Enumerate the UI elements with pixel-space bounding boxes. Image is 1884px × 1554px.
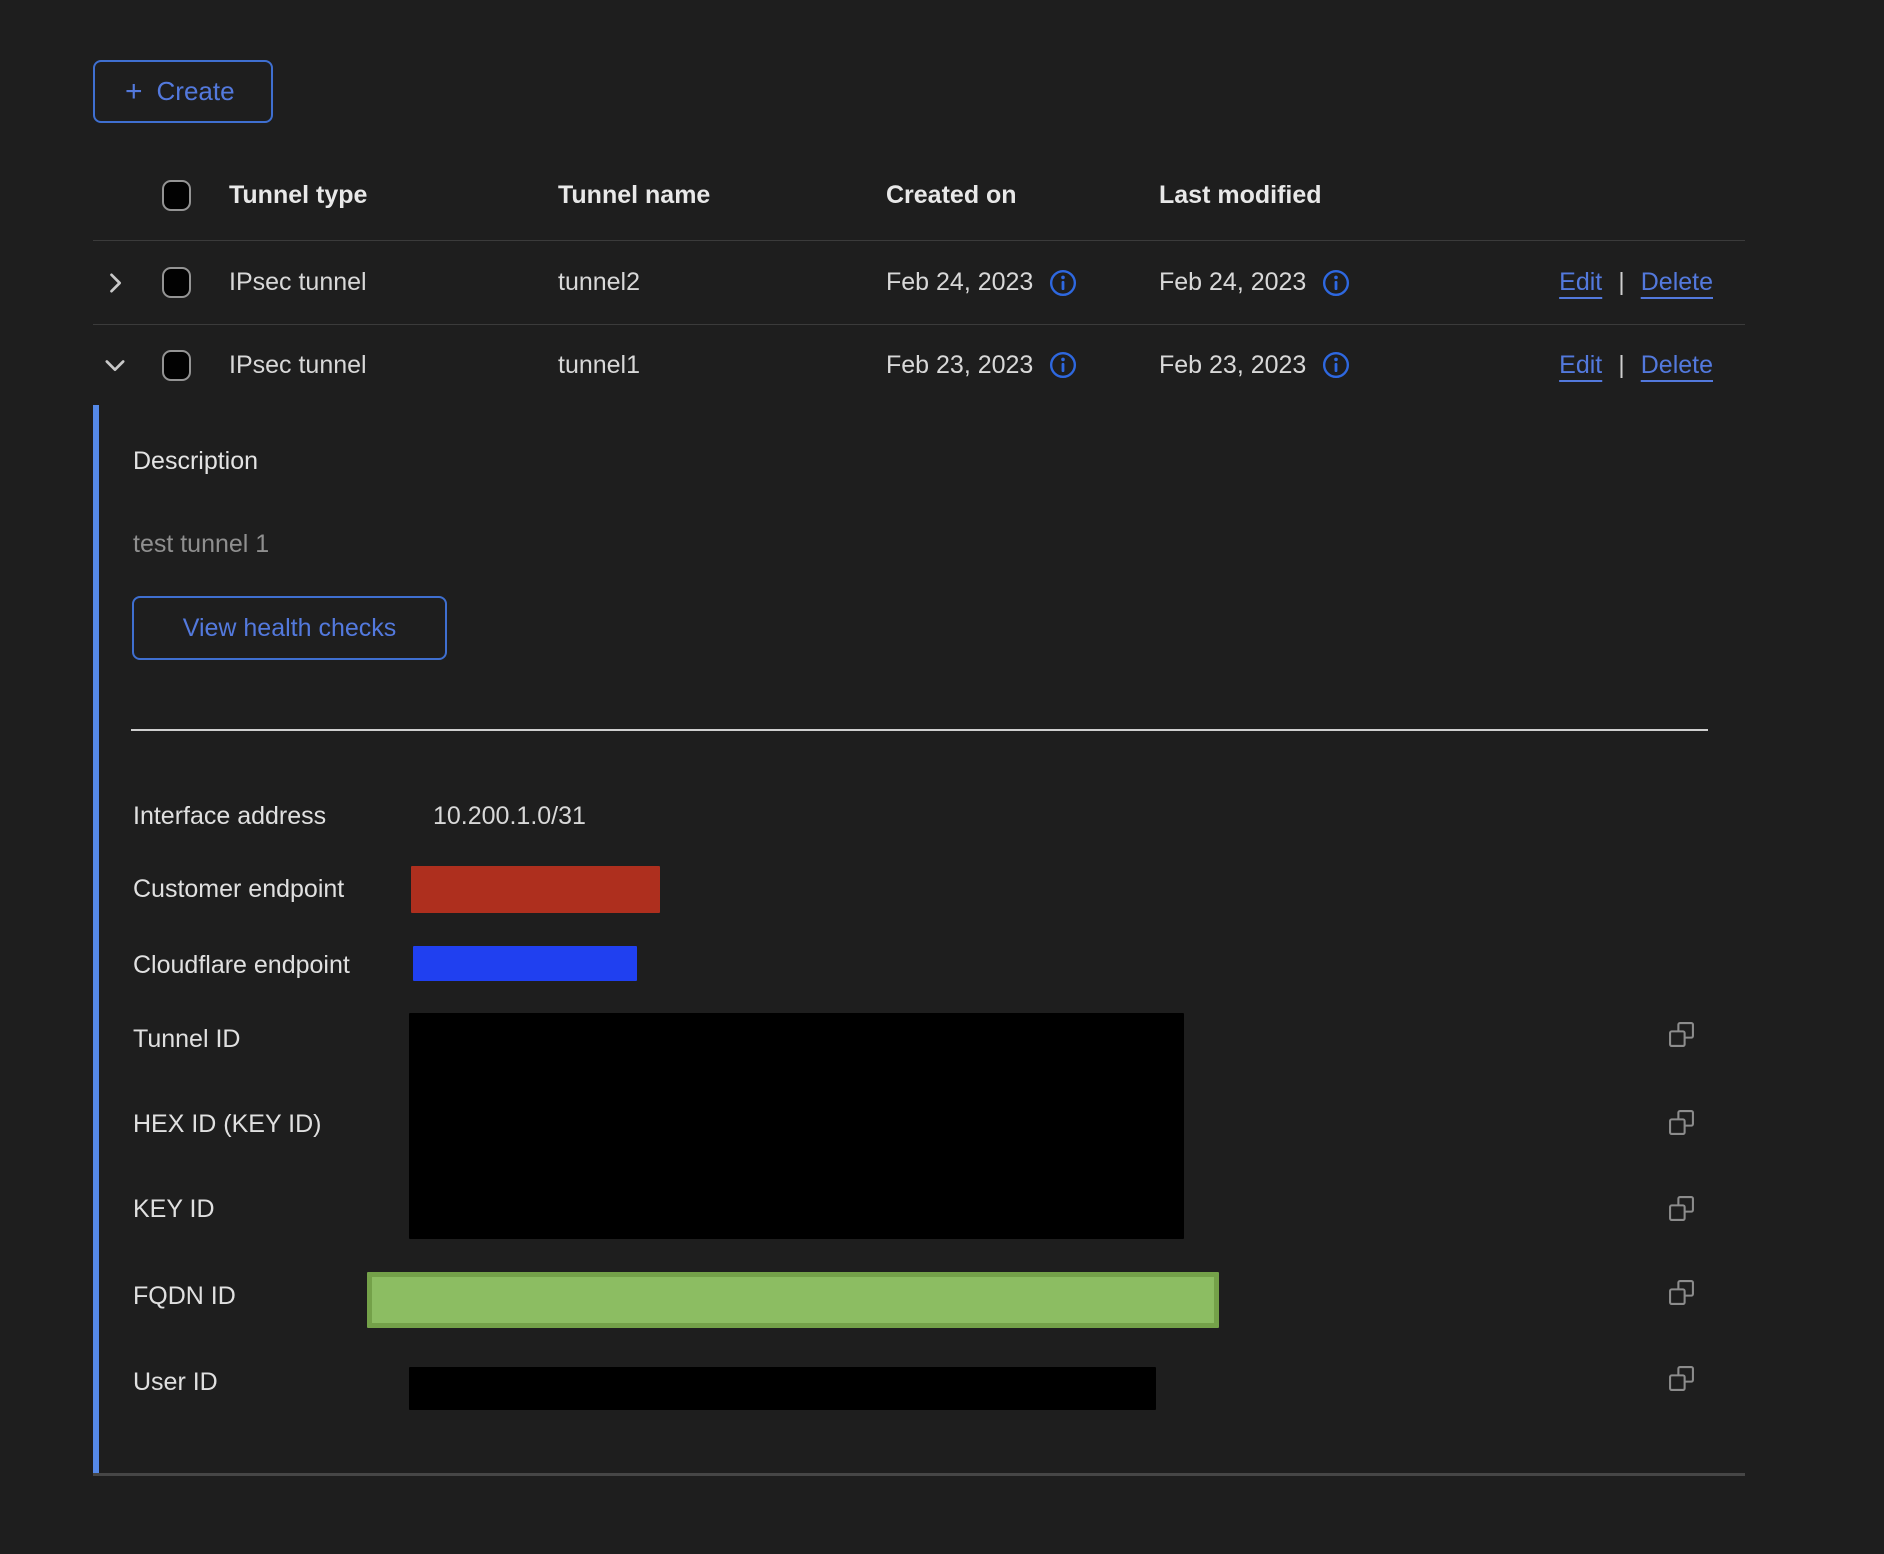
panel-bottom-divider [93,1473,1745,1476]
info-icon[interactable] [1322,351,1350,379]
create-button[interactable]: + Create [93,60,273,123]
interface-address-value: 10.200.1.0/31 [433,802,586,831]
info-icon[interactable] [1049,269,1077,297]
column-header-created-on: Created on [886,181,1159,210]
cloudflare-endpoint-label: Cloudflare endpoint [133,951,350,980]
column-header-tunnel-name: Tunnel name [558,181,886,210]
description-label: Description [133,447,258,476]
copy-icon[interactable] [1668,1021,1695,1048]
customer-endpoint-label: Customer endpoint [133,875,344,904]
ids-redacted-value [409,1013,1184,1239]
fqdn-id-label: FQDN ID [133,1282,236,1311]
detail-divider [131,729,1708,731]
key-id-label: KEY ID [133,1195,215,1224]
ipsec-tunnels-page: + Create Tunnel type Tunnel name Created… [0,0,1884,1476]
tunnel-name-cell: tunnel2 [558,268,886,297]
edit-link[interactable]: Edit [1559,268,1602,297]
user-id-redacted-value [409,1367,1156,1410]
collapse-chevron-down-icon[interactable] [101,351,129,379]
copy-icon[interactable] [1668,1195,1695,1222]
select-all-checkbox[interactable] [162,180,191,211]
tunnels-table: Tunnel type Tunnel name Created on Last … [93,150,1745,1476]
tunnel-type-cell: IPsec tunnel [229,351,558,380]
plus-icon: + [125,77,143,107]
created-on-cell: Feb 23, 2023 [886,351,1033,380]
view-health-checks-button[interactable]: View health checks [132,596,447,660]
cloudflare-endpoint-redacted-value [413,946,637,981]
created-on-cell: Feb 24, 2023 [886,268,1033,297]
column-header-last-modified: Last modified [1159,181,1459,210]
table-row-tunnel1: IPsec tunnel tunnel1 Feb 23, 2023 Feb 23… [93,325,1745,405]
delete-link[interactable]: Delete [1641,351,1713,380]
row-checkbox[interactable] [162,267,191,298]
info-icon[interactable] [1049,351,1077,379]
expand-chevron-right-icon[interactable] [101,269,129,297]
delete-link[interactable]: Delete [1641,268,1713,297]
last-modified-cell: Feb 24, 2023 [1159,268,1306,297]
interface-address-label: Interface address [133,802,326,831]
create-button-label: Create [157,76,235,107]
table-header-row: Tunnel type Tunnel name Created on Last … [93,150,1745,241]
action-separator: | [1618,268,1625,297]
tunnel-detail-panel: Description test tunnel 1 View health ch… [93,405,1745,1473]
customer-endpoint-redacted-value [411,866,660,913]
user-id-label: User ID [133,1368,218,1397]
tunnel-type-cell: IPsec tunnel [229,268,558,297]
last-modified-cell: Feb 23, 2023 [1159,351,1306,380]
tunnel-name-cell: tunnel1 [558,351,886,380]
action-separator: | [1618,351,1625,380]
copy-icon[interactable] [1668,1109,1695,1136]
table-row-tunnel2: IPsec tunnel tunnel2 Feb 24, 2023 Feb 24… [93,241,1745,325]
info-icon[interactable] [1322,269,1350,297]
copy-icon[interactable] [1668,1365,1695,1392]
tunnel-id-label: Tunnel ID [133,1025,240,1054]
edit-link[interactable]: Edit [1559,351,1602,380]
fqdn-id-redacted-value [367,1272,1219,1328]
description-value: test tunnel 1 [133,530,269,559]
hex-id-label: HEX ID (KEY ID) [133,1110,321,1139]
column-header-tunnel-type: Tunnel type [229,181,558,210]
copy-icon[interactable] [1668,1279,1695,1306]
row-checkbox[interactable] [162,350,191,381]
